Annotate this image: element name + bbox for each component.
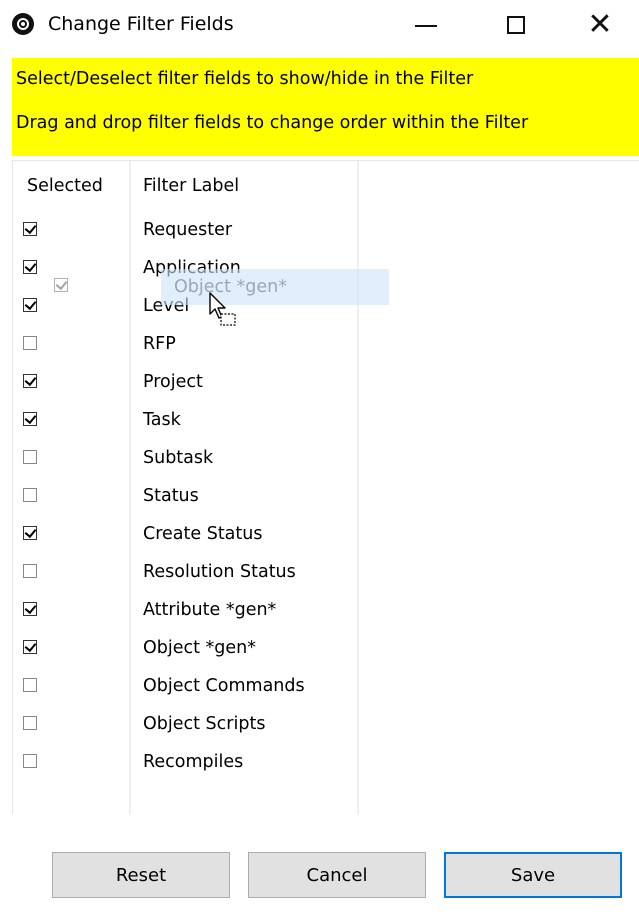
maximize-button[interactable] xyxy=(490,0,542,50)
row-label[interactable]: Object Commands xyxy=(143,673,305,699)
row-checkbox[interactable] xyxy=(23,754,37,768)
row-label[interactable]: Task xyxy=(143,407,181,433)
table-row[interactable]: Requester xyxy=(13,211,357,249)
title-bar[interactable]: Change Filter Fields ✕ xyxy=(0,0,639,50)
row-label[interactable]: Create Status xyxy=(143,521,262,547)
close-icon: ✕ xyxy=(587,7,613,42)
row-checkbox[interactable] xyxy=(23,374,37,388)
row-checkbox[interactable] xyxy=(23,260,37,274)
row-label[interactable]: Recompiles xyxy=(143,749,243,775)
row-checkbox[interactable] xyxy=(23,526,37,540)
row-label[interactable]: Object *gen* xyxy=(143,635,256,661)
minimize-icon xyxy=(415,25,437,27)
header-filter-label[interactable]: Filter Label xyxy=(143,174,239,198)
row-label[interactable]: Attribute *gen* xyxy=(143,597,276,623)
header-selected[interactable]: Selected xyxy=(27,174,103,198)
window-title: Change Filter Fields xyxy=(48,13,234,35)
filter-fields-table[interactable]: Selected Filter Label Requester Applicat… xyxy=(12,160,639,815)
table-row[interactable]: Attribute *gen* xyxy=(13,591,357,629)
app-logo-icon xyxy=(12,13,34,35)
row-checkbox[interactable] xyxy=(23,640,37,654)
minimize-button[interactable] xyxy=(400,0,452,50)
table-row[interactable]: RFP xyxy=(13,325,357,363)
row-label[interactable]: Project xyxy=(143,369,203,395)
instruction-line-2: Drag and drop filter fields to change or… xyxy=(16,113,529,133)
row-checkbox[interactable] xyxy=(23,678,37,692)
row-checkbox[interactable] xyxy=(23,716,37,730)
table-row[interactable]: Object Scripts xyxy=(13,705,357,743)
row-checkbox[interactable] xyxy=(23,336,37,350)
table-row[interactable]: Status xyxy=(13,477,357,515)
row-checkbox[interactable] xyxy=(23,602,37,616)
table-row-selected[interactable]: Object *gen* xyxy=(13,629,357,667)
row-label[interactable]: Status xyxy=(143,483,199,509)
row-checkbox[interactable] xyxy=(23,450,37,464)
column-divider xyxy=(357,161,359,815)
save-button[interactable]: Save xyxy=(444,852,622,898)
table-row[interactable]: Resolution Status xyxy=(13,553,357,591)
table-row[interactable]: Recompiles xyxy=(13,743,357,781)
cancel-button[interactable]: Cancel xyxy=(248,852,426,898)
row-checkbox[interactable] xyxy=(23,412,37,426)
close-button[interactable]: ✕ xyxy=(574,0,626,50)
row-checkbox[interactable] xyxy=(23,488,37,502)
table-row[interactable]: Subtask xyxy=(13,439,357,477)
row-label[interactable]: Resolution Status xyxy=(143,559,296,585)
table-row[interactable]: Create Status xyxy=(13,515,357,553)
row-checkbox[interactable] xyxy=(23,298,37,312)
row-label[interactable]: Subtask xyxy=(143,445,213,471)
table-header: Selected Filter Label xyxy=(13,161,639,211)
row-label[interactable]: RFP xyxy=(143,331,176,357)
instruction-line-1: Select/Deselect filter fields to show/hi… xyxy=(16,69,474,89)
instructions-banner: Select/Deselect filter fields to show/hi… xyxy=(12,58,639,156)
table-row[interactable]: Task xyxy=(13,401,357,439)
row-checkbox[interactable] xyxy=(23,564,37,578)
table-row[interactable]: Object Commands xyxy=(13,667,357,705)
row-checkbox[interactable] xyxy=(23,222,37,236)
table-row[interactable]: Project xyxy=(13,363,357,401)
drag-copy-cursor-icon xyxy=(209,292,236,326)
row-label[interactable]: Requester xyxy=(143,217,232,243)
maximize-icon xyxy=(507,16,525,34)
drag-ghost-checkbox xyxy=(54,278,68,292)
row-label[interactable]: Object Scripts xyxy=(143,711,265,737)
reset-button[interactable]: Reset xyxy=(52,852,230,898)
